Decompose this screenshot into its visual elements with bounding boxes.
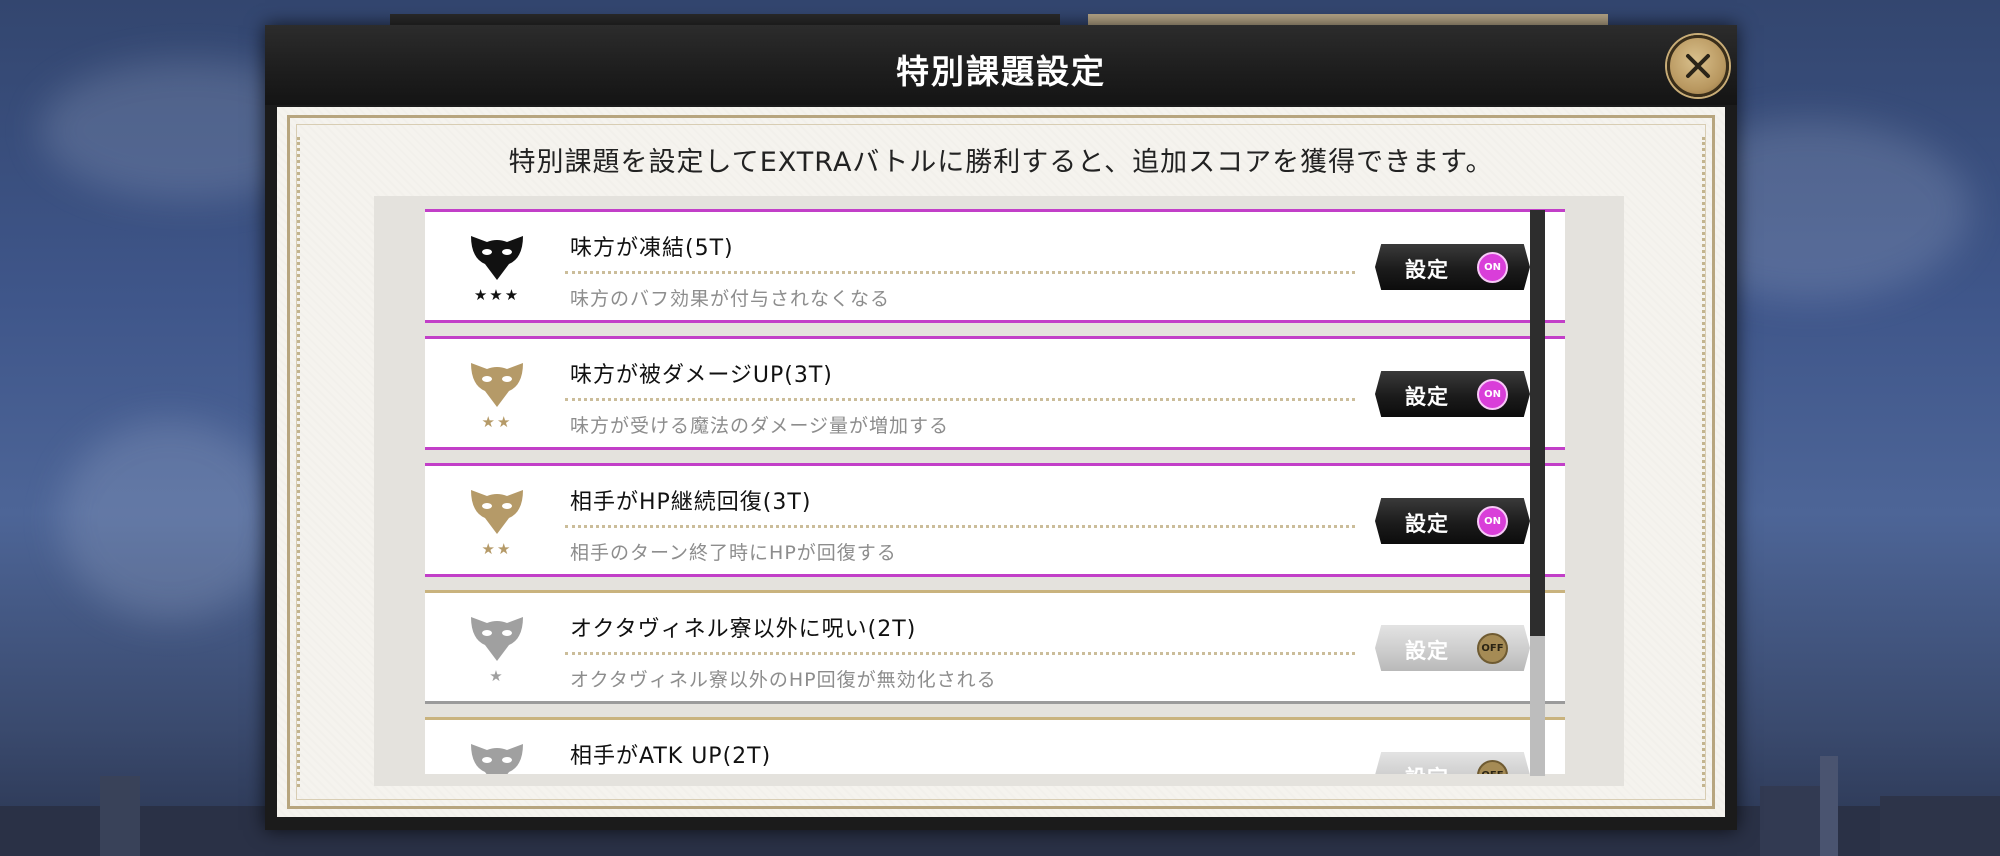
task-name: 相手がHP継続回復(3T) [570, 490, 812, 515]
toggle-on-indicator: ON [1477, 252, 1508, 283]
task-item[interactable]: ★ オクタヴィネル寮以外に呪い(2T) オクタヴィネル寮以外のHP回復が無効化さ… [425, 590, 1565, 704]
background-cloud [60, 420, 280, 620]
decorative-dots [297, 137, 300, 787]
task-description: オクタヴィネル寮以外のHP回復が無効化される [570, 669, 997, 691]
task-name: 相手がATK UP(2T) [570, 744, 772, 769]
scrollbar-thumb[interactable] [1530, 210, 1545, 636]
set-button-label: 設定 [1405, 258, 1449, 282]
difficulty-stars: ★ [489, 667, 505, 685]
task-list-scrollbar[interactable] [1530, 210, 1545, 776]
set-toggle-button[interactable]: 設定 OFF [1375, 752, 1530, 786]
set-button-label: 設定 [1405, 385, 1449, 409]
special-task-dialog: 特別課題設定 特別課題を設定してEXTRAバトルに勝利すると、追加スコアを獲得で… [265, 25, 1737, 830]
dialog-title: 特別課題設定 [896, 52, 1106, 91]
mask-icon [471, 744, 523, 786]
close-icon [1686, 54, 1710, 78]
mask-icon [471, 617, 523, 661]
toggle-on-indicator: ON [1477, 379, 1508, 410]
task-item[interactable]: 相手がATK UP(2T) 設定 OFF [425, 717, 1565, 786]
task-item[interactable]: ★★ 相手がHP継続回復(3T) 相手のターン終了時にHPが回復する 設定 ON [425, 463, 1565, 577]
set-button-label: 設定 [1405, 639, 1449, 663]
set-button-label: 設定 [1405, 766, 1449, 786]
set-toggle-button[interactable]: 設定 ON [1375, 371, 1530, 417]
mask-icon [471, 490, 523, 534]
decorative-dots [1702, 137, 1705, 787]
dialog-header: 特別課題設定 [265, 25, 1737, 105]
mask-icon [471, 363, 523, 407]
set-button-label: 設定 [1405, 512, 1449, 536]
set-toggle-button[interactable]: 設定 OFF [1375, 625, 1530, 671]
toggle-off-indicator: OFF [1477, 760, 1508, 786]
task-name: 味方が被ダメージUP(3T) [570, 363, 833, 388]
difficulty-stars: ★★ [481, 413, 513, 431]
set-toggle-button[interactable]: 設定 ON [1375, 244, 1530, 290]
task-item[interactable]: ★★ 味方が被ダメージUP(3T) 味方が受ける魔法のダメージ量が増加する 設定… [425, 336, 1565, 450]
task-name: 味方が凍結(5T) [570, 236, 734, 261]
dialog-description: 特別課題を設定してEXTRAバトルに勝利すると、追加スコアを獲得できます。 [508, 147, 1494, 178]
toggle-on-indicator: ON [1477, 506, 1508, 537]
task-item[interactable]: ★★★ 味方が凍結(5T) 味方のバフ効果が付与されなくなる 設定 ON [425, 209, 1565, 323]
task-description: 相手のターン終了時にHPが回復する [570, 542, 897, 564]
difficulty-stars: ★★★ [473, 286, 521, 304]
dialog-body: 特別課題を設定してEXTRAバトルに勝利すると、追加スコアを獲得できます。 ★★… [277, 107, 1725, 817]
mask-icon [471, 236, 523, 280]
task-description: 味方が受ける魔法のダメージ量が増加する [570, 415, 950, 437]
close-button[interactable] [1667, 35, 1729, 97]
task-name: オクタヴィネル寮以外に呪い(2T) [570, 617, 917, 642]
toggle-off-indicator: OFF [1477, 633, 1508, 664]
task-list[interactable]: ★★★ 味方が凍結(5T) 味方のバフ効果が付与されなくなる 設定 ON ★★ [374, 196, 1624, 786]
set-toggle-button[interactable]: 設定 ON [1375, 498, 1530, 544]
difficulty-stars: ★★ [481, 540, 513, 558]
task-description: 味方のバフ効果が付与されなくなる [570, 288, 891, 310]
